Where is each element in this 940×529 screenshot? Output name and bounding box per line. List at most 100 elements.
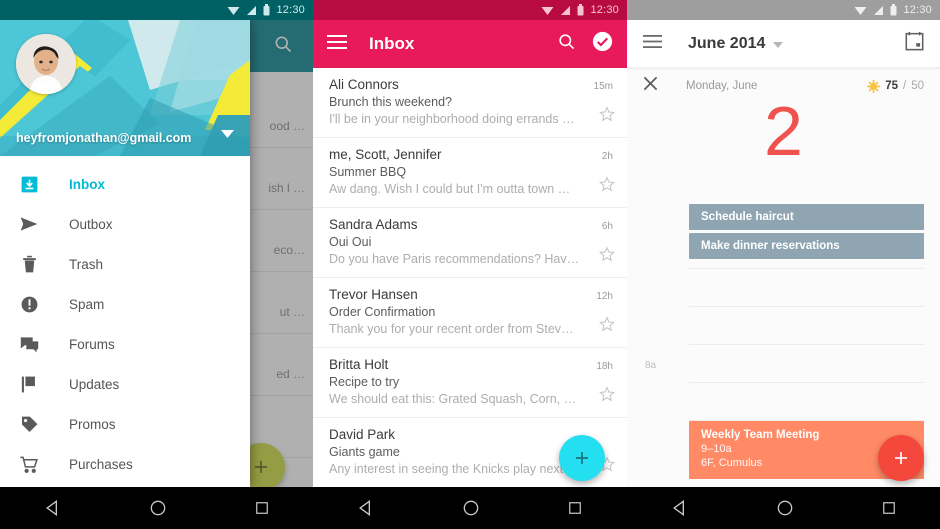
alert-icon	[17, 292, 41, 316]
trash-icon	[17, 252, 41, 276]
message-snippet: Any interest in seeing the Knicks play n…	[329, 462, 579, 476]
sidebar-item-forums[interactable]: Forums	[0, 324, 250, 364]
sidebar-item-label: Inbox	[69, 176, 105, 192]
star-outline-icon[interactable]	[599, 176, 615, 197]
recents-icon[interactable]	[880, 499, 898, 517]
cart-icon	[17, 452, 41, 476]
message-time: 15m	[593, 81, 613, 92]
weather-separator: /	[903, 80, 907, 92]
chevron-down-icon[interactable]	[773, 35, 784, 53]
message-time: 2h	[601, 151, 613, 162]
recents-icon[interactable]	[253, 499, 271, 517]
check-circle-icon[interactable]	[592, 31, 613, 57]
message-sender: Trevor Hansen	[329, 287, 418, 302]
message-time: 12h	[596, 291, 613, 302]
avatar[interactable]	[16, 34, 76, 94]
inbox-icon	[17, 172, 41, 196]
message-subject: Recipe to try	[329, 375, 400, 389]
status-bar-time: 12:30	[276, 4, 305, 16]
wifi-icon	[854, 6, 867, 15]
star-outline-icon[interactable]	[599, 386, 615, 407]
recents-icon[interactable]	[566, 499, 584, 517]
weather-high: 75	[885, 80, 898, 92]
star-outline-icon[interactable]	[599, 316, 615, 337]
wifi-icon	[227, 6, 240, 15]
signal-icon	[247, 5, 257, 15]
screen-inbox: 12:30 Inbox Ali Connors 15m Brunch this …	[313, 0, 627, 529]
message-sender: Ali Connors	[329, 77, 399, 92]
chevron-down-icon[interactable]	[221, 125, 234, 143]
sidebar-item-label: Outbox	[69, 216, 113, 232]
status-bar-time: 12:30	[590, 4, 619, 16]
hour-label: 8a	[645, 360, 657, 371]
plus-icon	[895, 452, 907, 464]
hamburger-icon[interactable]	[327, 34, 347, 54]
hamburger-icon[interactable]	[643, 34, 662, 53]
sidebar-item-outbox[interactable]: Outbox	[0, 204, 250, 244]
plus-icon	[576, 452, 588, 464]
sidebar-item-trash[interactable]: Trash	[0, 244, 250, 284]
message-snippet: I'll be in your neighborhood doing erran…	[329, 112, 575, 126]
back-icon[interactable]	[356, 498, 376, 518]
list-item[interactable]: Sandra Adams 6h Oui Oui Do you have Pari…	[313, 208, 627, 278]
home-icon[interactable]	[148, 498, 168, 518]
drawer-header: heyfromjonathan@gmail.com	[0, 20, 250, 156]
calendar-icon[interactable]	[905, 31, 924, 56]
list-item[interactable]: me, Scott, Jennifer 2h Summer BBQ Aw dan…	[313, 138, 627, 208]
wifi-icon	[541, 6, 554, 15]
create-event-fab[interactable]	[878, 435, 924, 481]
timeline-gridline	[689, 382, 924, 383]
tag-icon	[17, 412, 41, 436]
event-title: Weekly Team Meeting	[701, 429, 820, 441]
system-nav-bar	[313, 487, 627, 529]
back-icon[interactable]	[670, 498, 690, 518]
message-time: 6h	[601, 221, 613, 232]
timeline-gridline	[689, 268, 924, 269]
back-icon[interactable]	[43, 498, 63, 518]
screen-calendar: 12:30 June 2014 Monday, June 75 / 50 2 S…	[627, 0, 940, 529]
sidebar-item-label: Forums	[69, 336, 115, 352]
battery-icon	[890, 4, 897, 16]
close-icon[interactable]	[643, 76, 658, 96]
three-phone-screens: 12:30 ood … ish l … eco… ut … ed … heyfr…	[0, 0, 940, 529]
message-subject: Summer BBQ	[329, 165, 407, 179]
status-bar: 12:30	[627, 0, 940, 20]
message-time: 18h	[596, 361, 613, 372]
task-item[interactable]: Make dinner reservations	[689, 233, 924, 259]
signal-icon	[561, 5, 571, 15]
search-icon[interactable]	[557, 32, 576, 56]
sidebar-item-label: Updates	[69, 376, 120, 392]
message-sender: Sandra Adams	[329, 217, 418, 232]
message-subject: Order Confirmation	[329, 305, 436, 319]
message-sender: Britta Holt	[329, 357, 389, 372]
list-item[interactable]: Ali Connors 15m Brunch this weekend? I'l…	[313, 68, 627, 138]
star-outline-icon[interactable]	[599, 106, 615, 127]
page-title: June 2014	[688, 34, 766, 52]
sidebar-item-updates[interactable]: Updates	[0, 364, 250, 404]
sidebar-item-inbox[interactable]: Inbox	[0, 164, 250, 204]
sidebar-item-purchases[interactable]: Purchases	[0, 444, 250, 484]
sidebar-item-spam[interactable]: Spam	[0, 284, 250, 324]
compose-fab[interactable]	[559, 435, 605, 481]
timeline-gridline	[689, 306, 924, 307]
app-bar: Inbox	[313, 20, 627, 68]
send-icon	[17, 212, 41, 236]
status-bar-time: 12:30	[903, 4, 932, 16]
day-bar: Monday, June 75 / 50	[627, 68, 940, 104]
sidebar-item-label: Trash	[69, 256, 104, 272]
status-bar: 12:30	[0, 0, 313, 20]
home-icon[interactable]	[775, 498, 795, 518]
list-item[interactable]: Trevor Hansen 12h Order Confirmation Tha…	[313, 278, 627, 348]
message-snippet: Do you have Paris recommendations? Hav…	[329, 252, 579, 266]
system-nav-bar	[627, 487, 940, 529]
app-bar: June 2014	[627, 20, 940, 68]
page-title: Inbox	[369, 34, 415, 53]
task-item[interactable]: Schedule haircut	[689, 204, 924, 230]
star-outline-icon[interactable]	[599, 246, 615, 267]
navigation-drawer: heyfromjonathan@gmail.com Inbox Outbox T…	[0, 20, 250, 487]
sidebar-item-promos[interactable]: Promos	[0, 404, 250, 444]
timeline-gridline	[689, 344, 924, 345]
list-item[interactable]: Britta Holt 18h Recipe to try We should …	[313, 348, 627, 418]
home-icon[interactable]	[461, 498, 481, 518]
forum-icon	[17, 332, 41, 356]
